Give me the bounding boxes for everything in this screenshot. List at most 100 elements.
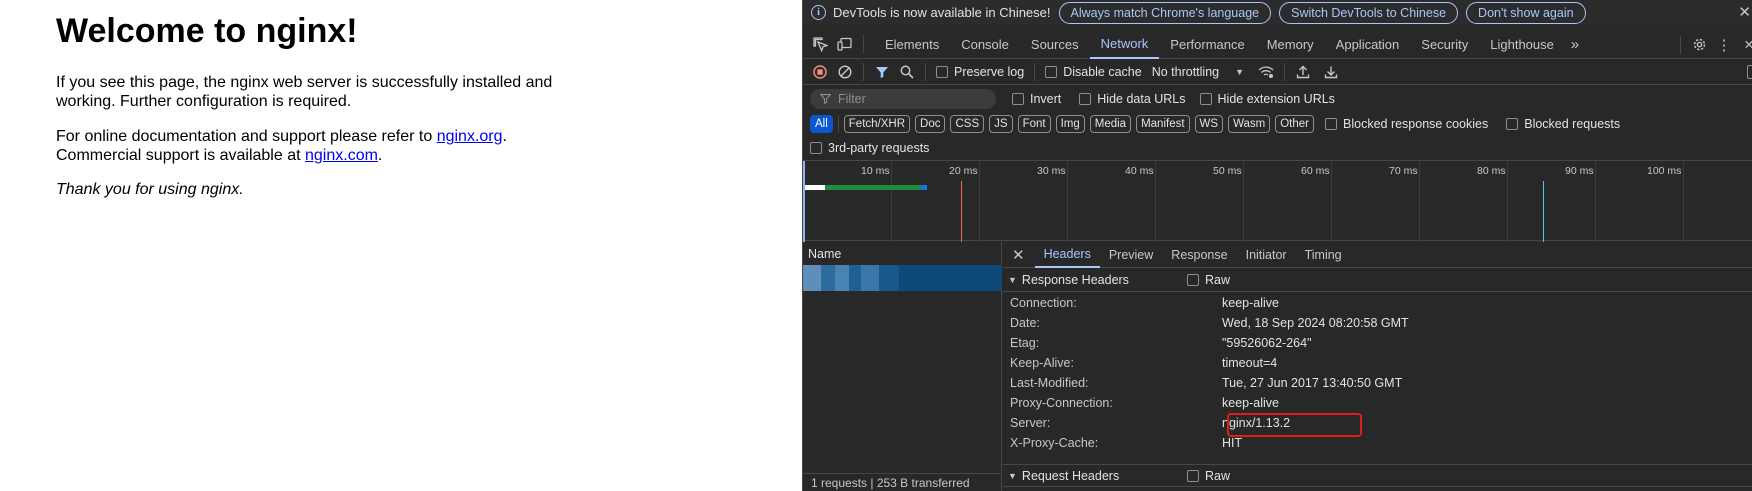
timeline-tick-label: 80 ms bbox=[1477, 165, 1506, 177]
language-infobar: i DevTools is now available in Chinese! … bbox=[803, 0, 1752, 25]
header-value: Wed, 18 Sep 2024 08:20:58 GMT bbox=[1222, 316, 1409, 330]
header-row: Server: nginx/1.13.2 bbox=[1003, 414, 1752, 434]
toolbar-divider bbox=[925, 62, 926, 81]
infobar-text: DevTools is now available in Chinese! bbox=[833, 5, 1051, 20]
tab-headers[interactable]: Headers bbox=[1034, 242, 1100, 268]
type-filter-manifest[interactable]: Manifest bbox=[1136, 115, 1190, 133]
tab-lighthouse[interactable]: Lighthouse bbox=[1479, 30, 1565, 59]
close-icon[interactable]: ✕ bbox=[1738, 3, 1751, 21]
hide-extension-urls-label: Hide extension URLs bbox=[1217, 91, 1335, 106]
tab-preview[interactable]: Preview bbox=[1100, 242, 1162, 268]
type-filter-img[interactable]: Img bbox=[1055, 115, 1085, 133]
match-language-button[interactable]: Always match Chrome's language bbox=[1058, 1, 1272, 24]
type-filter-font[interactable]: Font bbox=[1017, 115, 1051, 133]
redacted-request-name bbox=[821, 265, 835, 291]
header-row: Proxy-Connection: keep-alive bbox=[1003, 394, 1752, 414]
timeline-selection-start[interactable] bbox=[803, 161, 805, 242]
tab-response[interactable]: Response bbox=[1162, 242, 1236, 268]
type-filter-wasm[interactable]: Wasm bbox=[1228, 115, 1271, 133]
request-raw-toggle[interactable]: Raw bbox=[1187, 469, 1230, 483]
timeline-tick-label: 100 ms bbox=[1647, 165, 1682, 177]
inspect-element-icon[interactable] bbox=[812, 36, 828, 52]
search-icon[interactable] bbox=[899, 64, 915, 80]
import-har-icon[interactable] bbox=[1295, 64, 1311, 80]
close-devtools-icon[interactable]: ✕ bbox=[1741, 37, 1752, 53]
clear-icon[interactable] bbox=[837, 64, 853, 80]
type-filter-doc[interactable]: Doc bbox=[915, 115, 946, 133]
filter-funnel-icon bbox=[820, 94, 831, 104]
filter-funnel-icon[interactable] bbox=[874, 64, 890, 80]
type-filter-media[interactable]: Media bbox=[1089, 115, 1132, 133]
name-column-header[interactable]: Name bbox=[808, 247, 841, 261]
dom-content-loaded-marker bbox=[1543, 181, 1544, 242]
header-name: Server: bbox=[1010, 416, 1051, 430]
header-value: timeout=4 bbox=[1222, 356, 1278, 370]
timeline-gridline bbox=[1507, 161, 1508, 242]
header-value: HIT bbox=[1222, 436, 1243, 450]
tab-sources[interactable]: Sources bbox=[1020, 30, 1090, 59]
blocked-requests-checkbox[interactable] bbox=[1506, 118, 1519, 130]
response-raw-toggle[interactable]: Raw bbox=[1187, 273, 1230, 287]
close-details-icon[interactable]: ✕ bbox=[1012, 246, 1025, 264]
tab-elements[interactable]: Elements bbox=[874, 30, 950, 59]
type-filter-ws[interactable]: WS bbox=[1194, 115, 1224, 133]
tab-timing[interactable]: Timing bbox=[1296, 242, 1351, 268]
hide-data-urls-label: Hide data URLs bbox=[1097, 91, 1186, 106]
request-row-selected[interactable] bbox=[803, 265, 1002, 291]
filter-input[interactable]: Filter bbox=[810, 88, 996, 109]
timeline-tick-label: 30 ms bbox=[1037, 165, 1066, 177]
toolbar-divider bbox=[1680, 35, 1681, 54]
more-tabs-icon[interactable]: » bbox=[1567, 36, 1583, 53]
type-filter-all[interactable]: All bbox=[810, 115, 833, 133]
devtools-panel: i DevTools is now available in Chinese! … bbox=[802, 0, 1752, 491]
hide-extension-urls-checkbox[interactable] bbox=[1199, 92, 1212, 105]
device-toolbar-icon[interactable] bbox=[837, 36, 853, 52]
header-name: Proxy-Connection: bbox=[1010, 396, 1113, 410]
nginx-com-link[interactable]: nginx.com bbox=[305, 147, 378, 164]
type-filter-other[interactable]: Other bbox=[1275, 115, 1314, 133]
tab-network[interactable]: Network bbox=[1089, 30, 1160, 59]
toolbar-divider bbox=[863, 35, 864, 53]
tab-console[interactable]: Console bbox=[950, 30, 1020, 59]
third-party-checkbox[interactable] bbox=[810, 142, 822, 154]
type-filter-fetch-xhr[interactable]: Fetch/XHR bbox=[843, 115, 911, 133]
third-party-label: 3rd-party requests bbox=[828, 141, 930, 155]
export-har-icon[interactable] bbox=[1323, 64, 1339, 80]
tab-memory[interactable]: Memory bbox=[1256, 30, 1325, 59]
kebab-menu-icon[interactable]: ⋮ bbox=[1716, 37, 1732, 54]
tab-initiator[interactable]: Initiator bbox=[1237, 242, 1296, 268]
raw-checkbox[interactable] bbox=[1187, 274, 1199, 286]
header-row: Etag: "59526062-264" bbox=[1003, 334, 1752, 354]
throttling-select[interactable]: No throttling ▼ bbox=[1152, 65, 1244, 79]
tab-performance[interactable]: Performance bbox=[1159, 30, 1255, 59]
type-filter-css[interactable]: CSS bbox=[950, 115, 985, 133]
type-filter-js[interactable]: JS bbox=[989, 115, 1013, 133]
switch-chinese-button[interactable]: Switch DevTools to Chinese bbox=[1279, 1, 1459, 24]
network-conditions-icon[interactable] bbox=[1258, 64, 1274, 80]
record-stop-icon[interactable] bbox=[812, 64, 828, 80]
hide-data-urls-checkbox[interactable] bbox=[1079, 92, 1092, 105]
thanks-paragraph: Thank you for using nginx. bbox=[56, 181, 244, 198]
tab-application[interactable]: Application bbox=[1325, 30, 1411, 59]
redacted-request-name bbox=[803, 265, 821, 291]
nginx-org-link[interactable]: nginx.org bbox=[437, 128, 503, 145]
header-name: Connection: bbox=[1010, 296, 1077, 310]
preserve-log-checkbox[interactable] bbox=[936, 65, 948, 78]
network-status-bar: 1 requests | 253 B transferred bbox=[803, 473, 1002, 491]
header-value: keep-alive bbox=[1222, 396, 1279, 410]
network-timeline-overview[interactable]: 10 ms 20 ms 30 ms 40 ms 50 ms 60 ms 70 m… bbox=[803, 160, 1752, 242]
invert-checkbox[interactable] bbox=[1012, 92, 1024, 105]
request-headers-section[interactable]: ▼ Request Headers Raw bbox=[1003, 464, 1752, 487]
network-settings-icon[interactable] bbox=[1747, 65, 1752, 79]
settings-gear-icon[interactable] bbox=[1691, 37, 1707, 53]
preserve-log-label: Preserve log bbox=[954, 64, 1025, 79]
tab-security[interactable]: Security bbox=[1410, 30, 1479, 59]
raw-checkbox[interactable] bbox=[1187, 469, 1199, 482]
toolbar-divider bbox=[1284, 62, 1286, 81]
timeline-tick-label: 10 ms bbox=[861, 165, 890, 177]
expand-triangle-icon: ▼ bbox=[1008, 470, 1017, 481]
disable-cache-checkbox[interactable] bbox=[1045, 65, 1058, 78]
dont-show-again-button[interactable]: Don't show again bbox=[1466, 1, 1586, 24]
blocked-cookies-checkbox[interactable] bbox=[1325, 118, 1337, 130]
response-headers-section[interactable]: ▼ Response Headers Raw bbox=[1003, 269, 1752, 292]
